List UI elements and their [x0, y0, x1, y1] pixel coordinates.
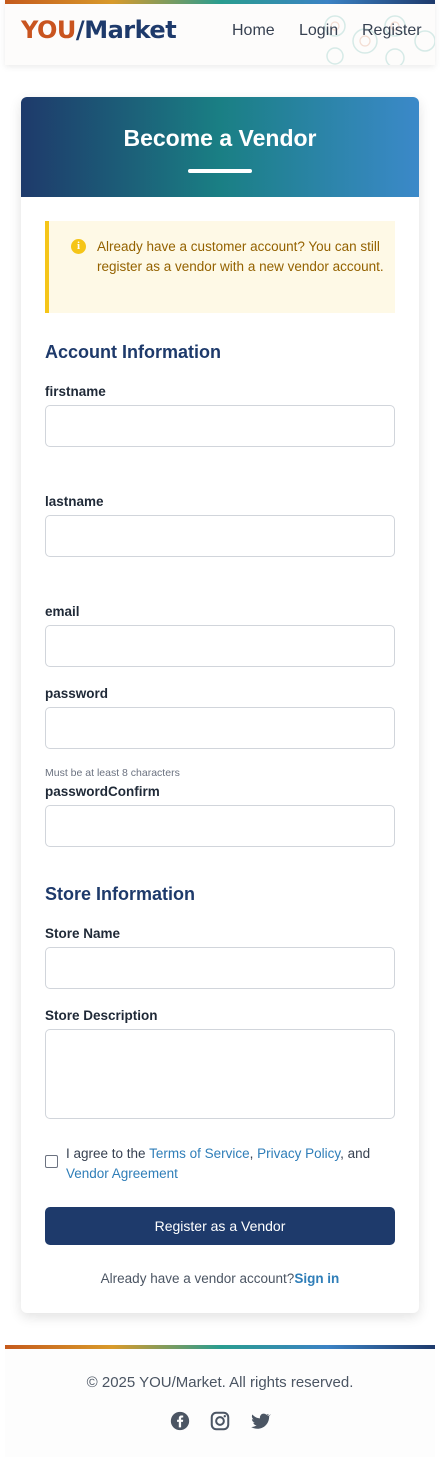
nav-login-link[interactable]: Login [299, 22, 338, 40]
twitter-icon[interactable] [249, 1410, 271, 1432]
password-confirm-input[interactable] [45, 805, 395, 847]
signin-prefix: Already have a vendor account? [100, 1271, 295, 1286]
site-footer: © 2025 YOU/Market. All rights reserved. [5, 1345, 435, 1457]
info-icon: i [71, 239, 86, 254]
agree-separator-2: , and [340, 1146, 371, 1161]
page-title: Become a Vendor [123, 125, 317, 151]
store-description-textarea[interactable] [45, 1029, 395, 1119]
card-header: Become a Vendor [21, 97, 419, 197]
agree-prefix: I agree to the [66, 1146, 150, 1161]
signin-prompt: Already have a vendor account?Sign in [21, 1271, 419, 1286]
agree-separator-1: , [249, 1146, 258, 1161]
header-accent-stripe [5, 0, 435, 4]
vendor-registration-card: Become a Vendor i Already have a custome… [21, 97, 419, 1313]
email-input[interactable] [45, 625, 395, 667]
email-label: email [45, 604, 80, 619]
privacy-policy-link[interactable]: Privacy Policy [257, 1146, 340, 1161]
signin-link[interactable]: Sign in [294, 1271, 339, 1286]
nav-home-link[interactable]: Home [232, 22, 275, 40]
register-vendor-button[interactable]: Register as a Vendor [45, 1207, 395, 1245]
account-information-heading: Account Information [45, 342, 221, 362]
agree-text: I agree to the Terms of Service, Privacy… [66, 1144, 386, 1184]
agree-checkbox[interactable] [45, 1155, 58, 1168]
site-logo[interactable]: YOU/Market [21, 16, 177, 44]
logo-part-market: /Market [75, 16, 177, 44]
notice-text: Already have a customer account? You can… [97, 239, 384, 274]
password-confirm-label: passwordConfirm [45, 784, 160, 799]
nav-register-link[interactable]: Register [362, 22, 422, 40]
footer-accent-stripe [5, 1345, 435, 1349]
logo-part-you: YOU [21, 16, 76, 44]
firstname-input[interactable] [45, 405, 395, 447]
store-name-input[interactable] [45, 947, 395, 989]
vendor-agreement-link[interactable]: Vendor Agreement [66, 1166, 178, 1181]
terms-of-service-link[interactable]: Terms of Service [149, 1146, 250, 1161]
facebook-icon[interactable] [169, 1410, 191, 1432]
password-hint: Must be at least 8 characters [45, 767, 180, 779]
store-description-label: Store Description [45, 1008, 158, 1023]
lastname-label: lastname [45, 494, 104, 509]
lastname-input[interactable] [45, 515, 395, 557]
page: YOU/Market Home Login Register Become a … [5, 0, 435, 1457]
info-notice: i Already have a customer account? You c… [45, 221, 395, 313]
password-label: password [45, 686, 109, 701]
copyright-text: © 2025 YOU/Market. All rights reserved. [86, 1374, 354, 1391]
password-input[interactable] [45, 707, 395, 749]
firstname-label: firstname [45, 384, 106, 399]
title-underline [188, 169, 252, 173]
instagram-icon[interactable] [209, 1410, 231, 1432]
store-information-heading: Store Information [45, 884, 196, 904]
site-header: YOU/Market Home Login Register [5, 0, 435, 65]
store-name-label: Store Name [45, 926, 121, 941]
